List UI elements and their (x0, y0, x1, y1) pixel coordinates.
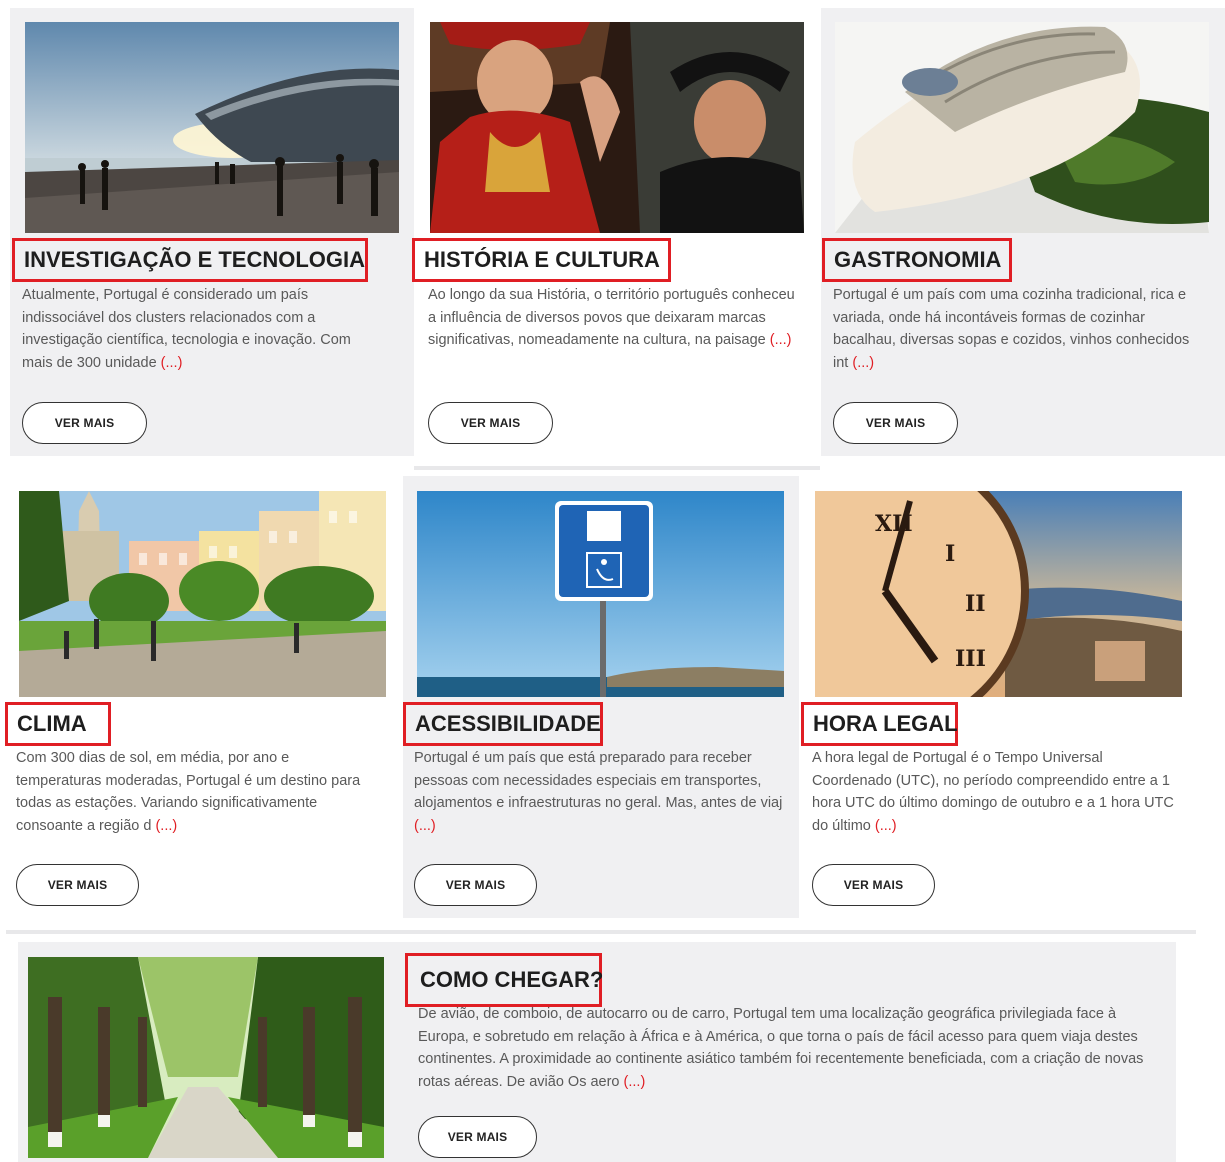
como-chegar-image[interactable] (28, 957, 384, 1158)
acessibilidade-more-link[interactable]: (...) (414, 818, 436, 834)
hora-legal-ver-mais-button[interactable]: VER MAIS (812, 864, 935, 906)
acessibilidade-text: Portugal é um país que está preparado pa… (414, 750, 783, 812)
investigacao-image[interactable] (25, 22, 399, 233)
row-divider (6, 930, 1196, 934)
gastronomia-more-link[interactable]: (...) (852, 355, 874, 371)
clima-ver-mais-button[interactable]: VER MAIS (16, 864, 139, 906)
hora-legal-image[interactable]: XII I II III (815, 491, 1182, 697)
investigacao-text: Atualmente, Portugal é considerado um pa… (22, 287, 351, 371)
row-divider (414, 466, 820, 470)
como-chegar-more-link[interactable]: (...) (624, 1074, 646, 1090)
clima-description: Com 300 dias de sol, em média, por ano e… (16, 747, 372, 837)
gastronomia-description: Portugal é um país com uma cozinha tradi… (833, 284, 1193, 374)
svg-text:II: II (965, 591, 986, 617)
hora-legal-heading[interactable]: HORA LEGAL (801, 702, 958, 746)
svg-text:I: I (945, 541, 955, 567)
historia-more-link[interactable]: (...) (770, 332, 792, 348)
como-chegar-ver-mais-button[interactable]: VER MAIS (418, 1116, 537, 1158)
como-chegar-description: De avião, de comboio, de autocarro ou de… (418, 1003, 1158, 1093)
svg-text:III: III (955, 646, 986, 672)
acessibilidade-heading[interactable]: ACESSIBILIDADE (403, 702, 603, 746)
historia-text: Ao longo da sua História, o território p… (428, 287, 795, 349)
investigacao-description: Atualmente, Portugal é considerado um pa… (22, 284, 372, 374)
clima-heading[interactable]: CLIMA (5, 702, 111, 746)
acessibilidade-image[interactable] (417, 491, 784, 697)
investigacao-ver-mais-button[interactable]: VER MAIS (22, 402, 147, 444)
historia-ver-mais-button[interactable]: VER MAIS (428, 402, 553, 444)
acessibilidade-ver-mais-button[interactable]: VER MAIS (414, 864, 537, 906)
hora-legal-description: A hora legal de Portugal é o Tempo Unive… (812, 747, 1177, 837)
clima-text: Com 300 dias de sol, em média, por ano e… (16, 750, 361, 834)
gastronomia-ver-mais-button[interactable]: VER MAIS (833, 402, 958, 444)
historia-description: Ao longo da sua História, o território p… (428, 284, 800, 352)
historia-heading[interactable]: HISTÓRIA E CULTURA (412, 238, 671, 282)
hora-legal-more-link[interactable]: (...) (875, 818, 897, 834)
hora-legal-text: A hora legal de Portugal é o Tempo Unive… (812, 750, 1174, 834)
clima-more-link[interactable]: (...) (155, 818, 177, 834)
como-chegar-text: De avião, de comboio, de autocarro ou de… (418, 1006, 1144, 1090)
gastronomia-heading[interactable]: GASTRONOMIA (822, 238, 1012, 282)
investigacao-heading[interactable]: INVESTIGAÇÃO E TECNOLOGIA (12, 238, 368, 282)
gastronomia-text: Portugal é um país com uma cozinha tradi… (833, 287, 1190, 371)
investigacao-more-link[interactable]: (...) (161, 355, 183, 371)
clima-image[interactable] (19, 491, 386, 697)
historia-image[interactable] (430, 22, 804, 233)
acessibilidade-description: Portugal é um país que está preparado pa… (414, 747, 784, 837)
gastronomia-image[interactable] (835, 22, 1209, 233)
como-chegar-heading[interactable]: COMO CHEGAR? (405, 953, 603, 1007)
